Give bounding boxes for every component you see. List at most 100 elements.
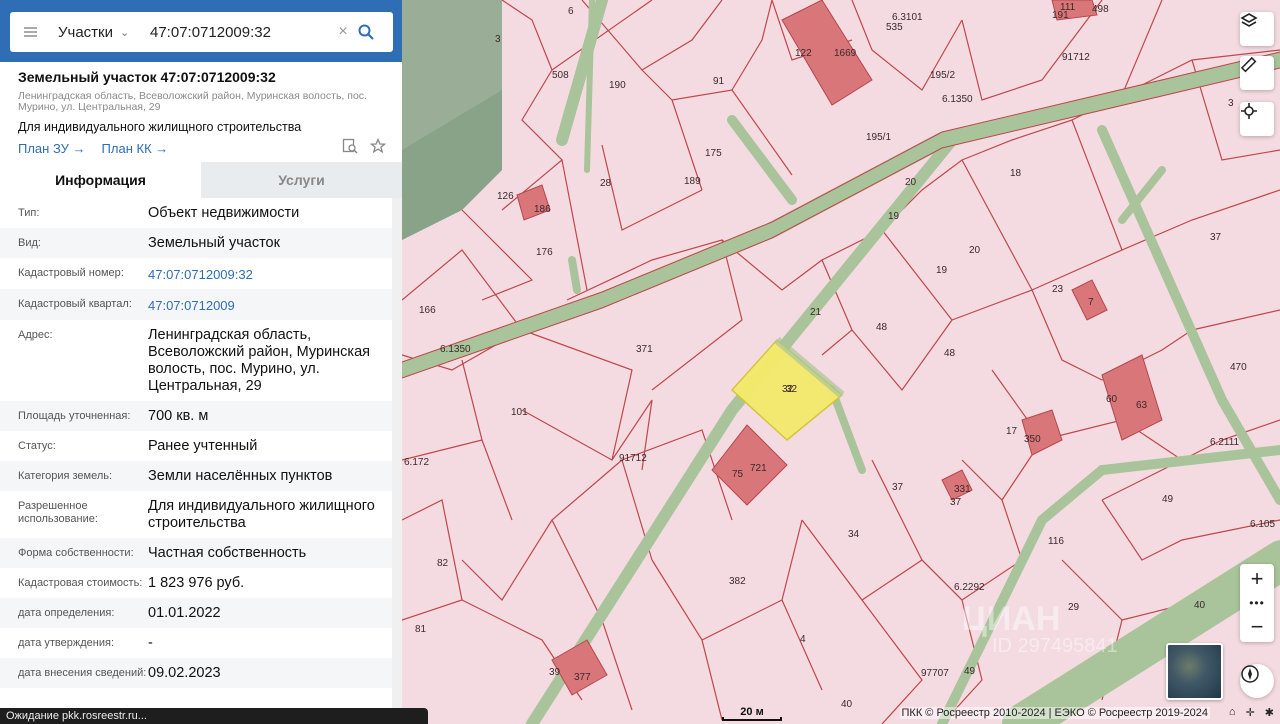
more-dots-icon[interactable]: ••• xyxy=(1240,594,1274,612)
parcel-label: 166 xyxy=(419,305,436,316)
search-type-select[interactable]: Участки xyxy=(50,24,120,41)
parcel-label: 371 xyxy=(636,344,653,355)
parcel-label: 48 xyxy=(876,322,888,333)
cadastral-map-app: ЦИАН ID 297495841 6 3 508 190 91 122 1669 535 6.… xyxy=(0,0,1280,724)
parcel-label: 40 xyxy=(841,699,853,710)
info-key: Тип: xyxy=(18,207,40,219)
parcel-label: 40 xyxy=(1194,600,1206,611)
info-key: Адрес: xyxy=(18,329,53,341)
collapse-sidebar-icon[interactable]: ‹ xyxy=(400,22,402,42)
arrow-right-icon: → xyxy=(155,141,169,156)
info-value: 700 кв. м xyxy=(148,408,209,424)
zoom-out-button[interactable]: − xyxy=(1240,612,1274,642)
tab-services[interactable]: Услуги xyxy=(201,162,402,198)
parcel-label: 82 xyxy=(437,558,449,569)
tab-information[interactable]: Информация xyxy=(0,162,201,198)
parcel-label: 49 xyxy=(964,666,976,677)
info-value: Частная собственность xyxy=(148,545,307,561)
plan-zu-link[interactable]: План ЗУ → xyxy=(18,141,86,156)
compass-button[interactable] xyxy=(1240,664,1274,698)
chevron-down-icon[interactable]: ⌄ xyxy=(120,26,142,39)
parcel-label: 350 xyxy=(1024,434,1041,445)
browser-status-bar: Ожидание pkk.rosreestr.ru... xyxy=(0,708,428,724)
parcel-label: 186 xyxy=(534,204,551,215)
info-row: дата утверждения: - xyxy=(0,628,392,658)
arrow-right-icon: → xyxy=(72,141,86,156)
ruler-button[interactable] xyxy=(1240,56,1274,90)
parcel-label: 535 xyxy=(886,22,903,33)
parcel-label: 18 xyxy=(1010,168,1022,179)
minimap[interactable] xyxy=(1166,643,1223,700)
info-list: Тип: Объект недвижимости Вид: Земельный уча… xyxy=(0,198,392,688)
parcel-label: 195/1 xyxy=(866,132,891,143)
map-layer: ЦИАН ID 297495841 63508190 91122 16695356.… xyxy=(402,0,1280,724)
menu-icon[interactable] xyxy=(10,12,50,52)
plan-kk-link[interactable]: План КК → xyxy=(102,141,169,156)
parcel-label: 20 xyxy=(905,177,917,188)
parcel-boundaries xyxy=(402,0,1280,724)
parcel-label: 63 xyxy=(1136,400,1148,411)
parcel-label: 6.1350 xyxy=(440,344,471,355)
parcel-label: 6.3101 xyxy=(892,12,923,23)
info-value-link[interactable]: 47:07:0712009 xyxy=(148,289,382,320)
parcel-label: 116 xyxy=(1048,536,1064,547)
info-row: Кадастровый номер: 47:07:0712009:32 xyxy=(0,258,392,289)
search-button[interactable] xyxy=(354,24,378,40)
parcel-label: 60 xyxy=(1106,394,1118,405)
parcel-label: 470 xyxy=(1230,362,1247,373)
locate-button[interactable] xyxy=(1240,102,1274,136)
info-value: 1 823 976 руб. xyxy=(148,575,245,591)
parcel-label: 6.1350 xyxy=(942,94,973,105)
info-key: Статус: xyxy=(18,440,56,452)
parcel-label: 191 xyxy=(1052,10,1069,21)
search-box: Участки ⌄ × xyxy=(10,12,393,52)
info-key: дата внесения сведений: xyxy=(18,667,147,679)
crosshair-small-icon[interactable]: ✛ xyxy=(1246,706,1255,719)
parcel-label: 91 xyxy=(713,76,725,87)
parcel-labels: 63508190 91122 16695356.3101111 49819191712… xyxy=(404,2,1275,710)
zoom-in-button[interactable]: + xyxy=(1240,564,1274,594)
object-address: Ленинградская область, Всеволожский райо… xyxy=(18,90,367,113)
parcel-label: 6.2292 xyxy=(954,582,985,593)
search-bar: Участки ⌄ × ‹ xyxy=(0,0,402,62)
parcel-label: 3 xyxy=(495,34,501,45)
info-key: Кадастровый номер: xyxy=(18,267,124,279)
info-row: Форма собственности: Частная собственност… xyxy=(0,538,392,568)
scrollbar[interactable] xyxy=(392,198,402,724)
info-value-link[interactable]: 47:07:0712009:32 xyxy=(148,258,382,289)
parcel-label: 21 xyxy=(810,307,822,318)
parcel-label: 508 xyxy=(552,70,569,81)
star-icon[interactable] xyxy=(370,138,386,154)
zoom-controls: + ••• − xyxy=(1240,564,1274,642)
home-icon[interactable]: ⌂ xyxy=(1229,706,1236,719)
info-value: Ранее учтенный xyxy=(148,438,258,454)
map-canvas[interactable]: ЦИАН ID 297495841 6 3 508 190 91 122 1669 535 6.… xyxy=(402,0,1280,724)
parcel-label: 48 xyxy=(944,348,956,359)
parcel-label: 91712 xyxy=(1062,52,1090,63)
info-value: Земли населённых пунктов xyxy=(148,468,333,484)
settings-icon[interactable]: ✱ xyxy=(1265,706,1274,719)
layers-button[interactable] xyxy=(1240,12,1274,46)
parcel-label: 126 xyxy=(497,191,514,202)
parcel-label: 19 xyxy=(936,265,948,276)
info-value: Объект недвижимости xyxy=(148,205,300,221)
search-input[interactable] xyxy=(142,23,332,41)
parcel-label: 331 xyxy=(954,484,971,495)
parcel-label: 37 xyxy=(950,497,962,508)
parcel-label: 190 xyxy=(609,80,626,91)
parcel-label: 97707 xyxy=(921,668,949,679)
parcel-label: 34 xyxy=(848,529,860,540)
parcel-label: 175 xyxy=(705,148,722,159)
parcel-label: 29 xyxy=(1068,602,1080,613)
object-header: Земельный участок 47:07:0712009:32 Ленин… xyxy=(0,62,402,162)
parcel-label: 7 xyxy=(1088,297,1094,308)
parcel-label: 1669 xyxy=(834,48,857,59)
clear-icon[interactable]: × xyxy=(332,23,354,41)
info-value: 01.01.2022 xyxy=(148,605,221,621)
parcel-label: 37 xyxy=(892,482,904,493)
search-document-icon[interactable] xyxy=(342,138,358,154)
info-key: дата утверждения: xyxy=(18,637,115,649)
parcel-label: 19 xyxy=(888,211,900,222)
info-key: Категория земель: xyxy=(18,470,113,482)
info-key: Кадастровый квартал: xyxy=(18,298,132,310)
